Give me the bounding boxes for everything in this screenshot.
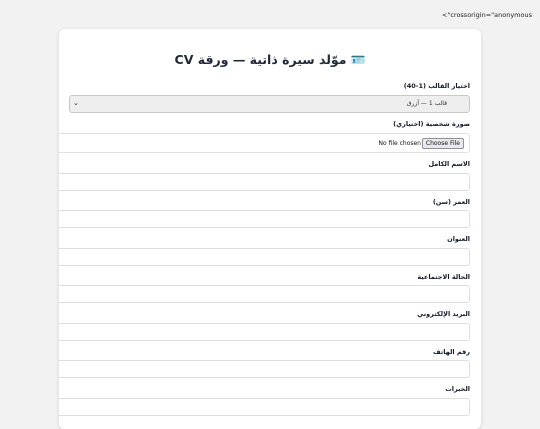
page-title-text: موّلد سيرة ذاتية — ورقة CV (174, 52, 347, 67)
marital-status-field[interactable] (59, 285, 470, 303)
photo-file-input[interactable]: No file chosen Choose File (59, 133, 470, 153)
phone-label: رقم الهاتف (433, 348, 470, 356)
page-title: 🪪موّلد سيرة ذاتية — ورقة CV (59, 52, 481, 67)
email-field[interactable] (59, 323, 470, 341)
address-field[interactable] (59, 248, 470, 266)
address-label: العنوان (447, 235, 470, 243)
file-status-text: No file chosen (378, 140, 421, 147)
template-select-value: قالب 1 — أزرق (406, 100, 447, 107)
experience-label: الخبرات (445, 385, 470, 393)
choose-file-button[interactable]: Choose File (421, 138, 464, 149)
template-select[interactable]: قالب 1 — أزرق ⌄ (69, 95, 470, 113)
experience-field[interactable] (59, 398, 470, 416)
full-name-field[interactable] (59, 173, 470, 191)
template-label: اختيار القالب (1-40) (403, 82, 470, 90)
photo-label: صورة شخصية (اختياري) (393, 120, 470, 128)
cv-form-card: 🪪موّلد سيرة ذاتية — ورقة CV اختيار القال… (59, 29, 481, 429)
phone-field[interactable] (59, 360, 470, 378)
chevron-down-icon: ⌄ (73, 99, 79, 107)
email-label: البريد الإلكتروني (417, 310, 470, 318)
full-name-label: الاسم الكامل (428, 160, 470, 168)
age-field[interactable] (59, 210, 470, 228)
age-label: العمر (سن) (432, 198, 470, 206)
id-card-icon: 🪪 (350, 53, 366, 67)
marital-status-label: الحالة الاجتماعية (417, 273, 470, 281)
stray-markup-text: <"crossorigin="anonymous (441, 11, 532, 19)
